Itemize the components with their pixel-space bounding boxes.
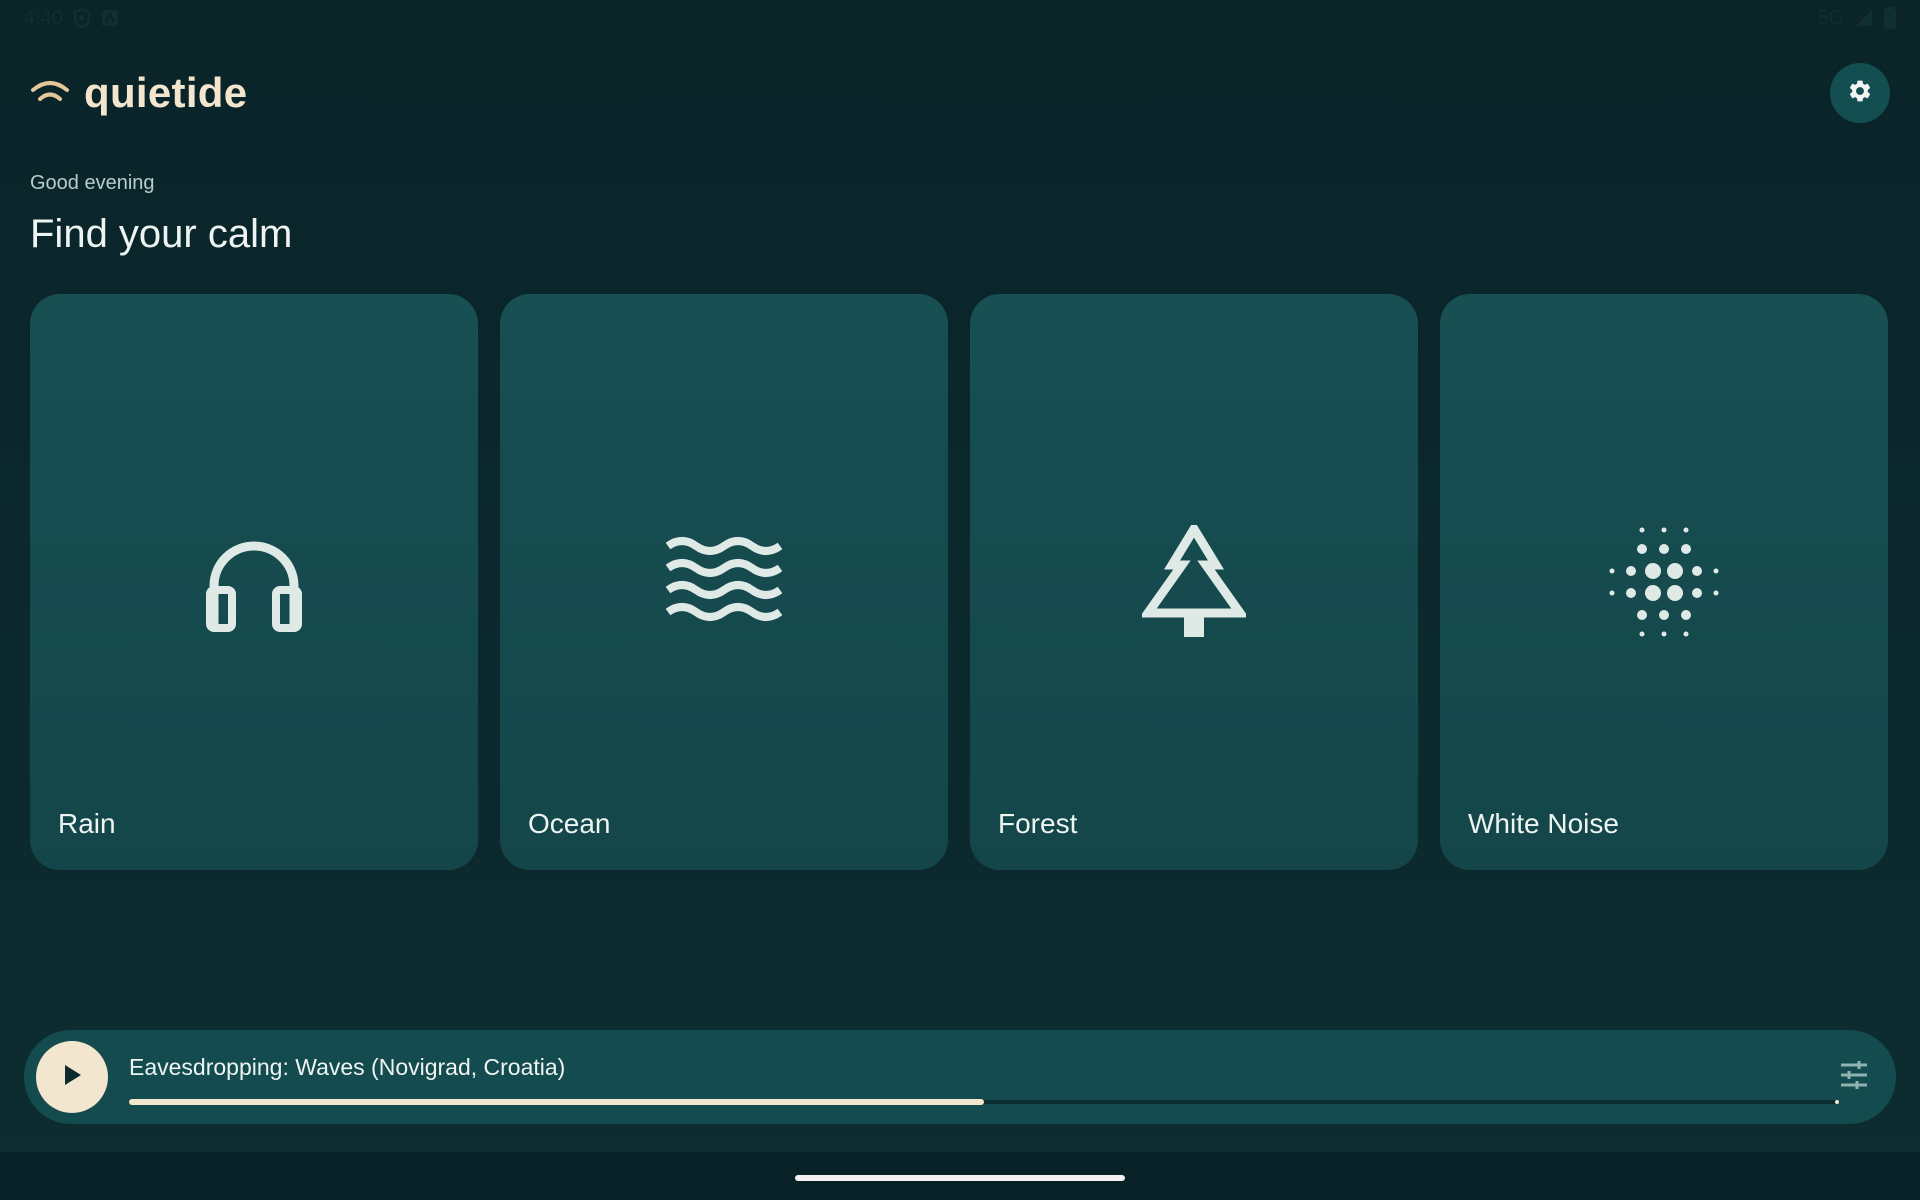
sound-cards: Rain Ocean Forest White Noise: [30, 294, 1888, 870]
status-bar: 4:40 5G: [0, 0, 1920, 36]
progress-fill: [129, 1099, 984, 1105]
gear-icon: [1847, 78, 1873, 109]
pine-tree-icon: [1134, 522, 1254, 642]
sound-card-label: Ocean: [528, 808, 611, 839]
sound-card-label: White Noise: [1468, 808, 1619, 839]
headphones-icon: [194, 522, 314, 642]
track-title: Eavesdropping: Waves (Novigrad, Croatia): [129, 1054, 566, 1080]
progress-end-dot: [1835, 1100, 1839, 1104]
app-bar: quietide: [30, 62, 1890, 124]
app-title: quietide: [84, 69, 248, 116]
mini-player: Eavesdropping: Waves (Novigrad, Croatia): [24, 1030, 1896, 1124]
vpn-shield-icon: [73, 8, 91, 28]
sound-card-rain[interactable]: Rain: [30, 294, 478, 870]
tune-sliders-icon: [1839, 1060, 1869, 1094]
waves-icon: [664, 522, 784, 642]
app-notification-icon: [101, 9, 119, 27]
status-left: 4:40: [24, 7, 119, 30]
network-label: 5G: [1817, 6, 1844, 29]
battery-icon: [1884, 7, 1896, 29]
system-nav-bar: [0, 1152, 1920, 1200]
sound-arc-icon: [30, 78, 70, 109]
play-icon: [60, 1062, 84, 1093]
sound-card-forest[interactable]: Forest: [970, 294, 1418, 870]
progress-bar[interactable]: [129, 1098, 1839, 1106]
page-title: Find your calm: [30, 212, 293, 256]
brand: quietide: [30, 69, 247, 117]
settings-button[interactable]: [1830, 63, 1890, 123]
dot-grid-noise-icon: [1604, 522, 1724, 642]
greeting-text: Good evening: [30, 172, 155, 194]
signal-icon: [1854, 8, 1874, 28]
play-button[interactable]: [36, 1041, 108, 1113]
sound-card-ocean[interactable]: Ocean: [500, 294, 948, 870]
status-right: 5G: [1817, 7, 1896, 30]
home-indicator[interactable]: [795, 1175, 1125, 1181]
mixer-button[interactable]: [1834, 1057, 1874, 1097]
status-time: 4:40: [24, 6, 63, 29]
sound-card-label: Rain: [58, 808, 116, 839]
sound-card-white-noise[interactable]: White Noise: [1440, 294, 1888, 870]
sound-card-label: Forest: [998, 808, 1078, 839]
